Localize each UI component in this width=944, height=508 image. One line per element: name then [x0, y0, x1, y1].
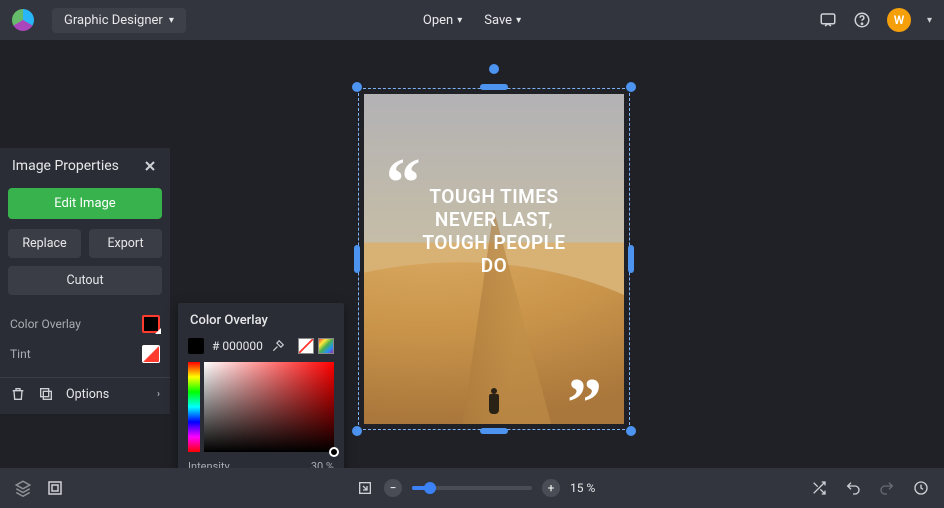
panel-title: Image Properties	[12, 158, 119, 174]
help-icon[interactable]	[853, 11, 871, 29]
chevron-down-icon: ▾	[457, 15, 462, 26]
avatar-letter: W	[894, 13, 905, 27]
open-menu[interactable]: Open ▾	[423, 13, 462, 28]
zoom-out-button[interactable]: −	[384, 479, 402, 497]
history-icon[interactable]	[912, 479, 930, 497]
hue-slider[interactable]	[188, 362, 200, 452]
zoom-slider[interactable]	[412, 486, 532, 490]
selected-artboard[interactable]: ” ” TOUGH TIMES NEVER LAST, TOUGH PEOPLE…	[358, 88, 630, 430]
chevron-down-icon: ▾	[169, 15, 174, 26]
selection-outline	[358, 88, 630, 430]
save-label: Save	[484, 13, 512, 28]
cutout-button[interactable]: Cutout	[8, 266, 162, 295]
save-menu[interactable]: Save ▾	[484, 13, 521, 28]
current-color-chip[interactable]	[188, 338, 204, 354]
zoom-in-button[interactable]: +	[542, 479, 560, 497]
resize-handle-bl[interactable]	[352, 426, 362, 436]
tint-row: Tint	[0, 339, 170, 369]
top-bar: Graphic Designer ▾ Open ▾ Save ▾ W ▾	[0, 0, 944, 40]
resize-handle-tl[interactable]	[352, 82, 362, 92]
resize-handle-top[interactable]	[480, 84, 508, 90]
panel-footer: Options ›	[0, 377, 170, 404]
tint-label: Tint	[10, 347, 31, 361]
resize-handle-bottom[interactable]	[480, 428, 508, 434]
color-picker	[188, 362, 334, 452]
resize-handle-left[interactable]	[354, 245, 360, 273]
user-avatar[interactable]: W	[887, 8, 911, 32]
options-label[interactable]: Options	[66, 387, 145, 402]
shuffle-icon[interactable]	[810, 479, 828, 497]
saturation-value-field[interactable]	[204, 362, 334, 452]
zoom-value: 15 %	[570, 481, 595, 495]
resize-handle-tr[interactable]	[626, 82, 636, 92]
popover-title: Color Overlay	[178, 303, 344, 338]
tint-swatch[interactable]	[142, 345, 160, 363]
bottom-left-controls	[14, 479, 64, 497]
app-logo-icon[interactable]	[12, 9, 34, 31]
layers-icon[interactable]	[14, 479, 32, 497]
resize-handle-br[interactable]	[626, 426, 636, 436]
overlay-property-list: Color Overlay Tint	[0, 307, 170, 371]
bottom-bar: − + 15 %	[0, 468, 944, 508]
no-color-swatch[interactable]	[298, 338, 314, 354]
edit-image-button[interactable]: Edit Image	[8, 188, 162, 219]
mode-label: Graphic Designer	[64, 13, 163, 28]
redo-icon[interactable]	[878, 479, 896, 497]
replace-button[interactable]: Replace	[8, 229, 81, 258]
artboard-icon[interactable]	[46, 479, 64, 497]
chevron-right-icon[interactable]: ›	[157, 389, 160, 400]
zoom-thumb[interactable]	[424, 482, 436, 494]
color-overlay-popover: Color Overlay # 000000 Intensity 30 %	[178, 303, 344, 490]
zoom-controls: − + 15 %	[356, 479, 595, 497]
color-overlay-label: Color Overlay	[10, 317, 81, 331]
fit-screen-icon[interactable]	[356, 479, 374, 497]
chevron-down-icon[interactable]: ▾	[927, 15, 932, 26]
chevron-down-icon: ▾	[516, 15, 521, 26]
eyedropper-icon[interactable]	[271, 339, 285, 353]
duplicate-icon[interactable]	[38, 386, 54, 402]
sv-handle[interactable]	[329, 447, 339, 457]
image-properties-panel: Image Properties Edit Image Replace Expo…	[0, 148, 170, 414]
hex-row: # 000000	[178, 338, 344, 362]
color-overlay-row: Color Overlay	[0, 309, 170, 339]
open-label: Open	[423, 13, 453, 28]
top-right-controls: W ▾	[819, 8, 932, 32]
mode-switcher[interactable]: Graphic Designer ▾	[52, 8, 186, 33]
trash-icon[interactable]	[10, 386, 26, 402]
color-overlay-swatch[interactable]	[142, 315, 160, 333]
panel-header: Image Properties	[0, 148, 170, 184]
rainbow-swatch[interactable]	[318, 338, 334, 354]
chat-icon[interactable]	[819, 11, 837, 29]
export-button[interactable]: Export	[89, 229, 162, 258]
top-center-menu: Open ▾ Save ▾	[423, 13, 521, 28]
bottom-right-controls	[810, 479, 930, 497]
close-icon[interactable]	[142, 158, 158, 174]
resize-handle-right[interactable]	[628, 245, 634, 273]
rotate-handle[interactable]	[489, 64, 499, 74]
hex-value[interactable]: # 000000	[212, 339, 263, 353]
undo-icon[interactable]	[844, 479, 862, 497]
